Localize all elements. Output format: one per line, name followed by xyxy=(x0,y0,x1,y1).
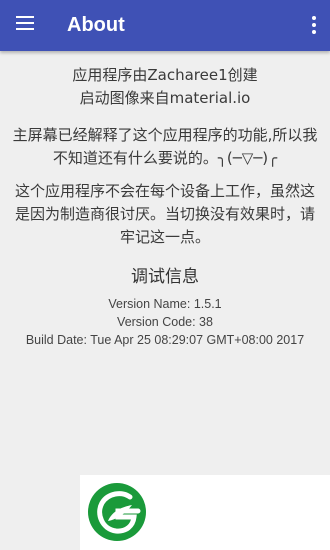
build-date: Build Date: Tue Apr 25 08:29:07 GMT+08:0… xyxy=(25,333,305,347)
credits: 应用程序由Zacharee1创建 启动图像来自material.io xyxy=(10,64,320,110)
description-text: 主屏幕已经解释了这个应用程序的功能,所以我不知道还有什么要说的。╮(─▽─)╭ xyxy=(12,126,318,167)
more-vert-icon[interactable] xyxy=(304,12,324,38)
version-name: Version Name: 1.5.1 xyxy=(108,297,222,311)
green-leaf-logo-icon xyxy=(88,483,146,541)
debug-info-title: 调试信息 xyxy=(131,267,199,287)
credit-line-creator: 应用程序由Zacharee1创建 xyxy=(72,66,258,84)
about-content: 应用程序由Zacharee1创建 启动图像来自material.io 主屏幕已经… xyxy=(10,64,320,349)
ad-banner[interactable] xyxy=(80,475,330,550)
page-title: About xyxy=(67,14,125,36)
credit-line-image: 启动图像来自material.io xyxy=(79,89,251,107)
app-bar: About xyxy=(0,0,330,51)
warning-text: 这个应用程序不会在每个设备上工作，虽然这是因为制造商很讨厌。当切换没有效果时，请… xyxy=(14,182,315,246)
hamburger-menu-icon[interactable] xyxy=(12,12,40,38)
version-code: Version Code: 38 xyxy=(117,315,213,329)
about-screen: About 应用程序由Zacharee1创建 启动图像来自material.io… xyxy=(0,0,330,550)
